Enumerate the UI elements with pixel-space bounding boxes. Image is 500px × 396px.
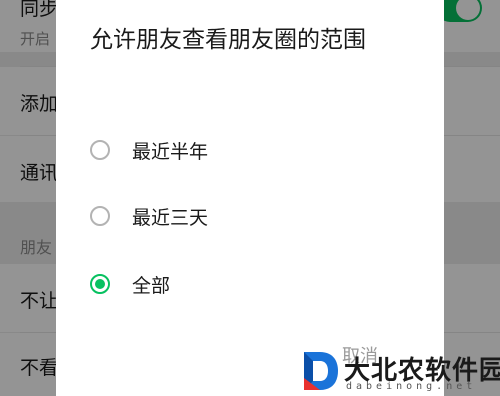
watermark: 大北农软件园 dabeinong.net — [300, 348, 500, 394]
option-all[interactable]: 全部 — [90, 264, 410, 304]
option-half-year-label: 最近半年 — [132, 140, 209, 163]
radio-unchecked-icon[interactable] — [90, 206, 110, 226]
visibility-range-dialog: 允许朋友查看朋友圈的范围 最近半年 最近三天 全部 取消 — [56, 0, 444, 396]
watermark-subtext: dabeinong.net — [346, 381, 477, 392]
option-three-days-label: 最近三天 — [132, 206, 209, 229]
dialog-title: 允许朋友查看朋友圈的范围 — [90, 27, 366, 53]
app-screen: 同步 开启 添加 通讯 朋友 不让 不看 允许朋友查看朋友圈的范围 最近半年 最… — [0, 0, 500, 396]
radio-checked-icon[interactable] — [90, 274, 110, 294]
option-half-year[interactable]: 最近半年 — [90, 130, 410, 170]
option-all-label: 全部 — [132, 274, 171, 297]
radio-unchecked-icon[interactable] — [90, 140, 110, 160]
option-three-days[interactable]: 最近三天 — [90, 196, 410, 236]
watermark-logo-icon — [304, 352, 338, 390]
